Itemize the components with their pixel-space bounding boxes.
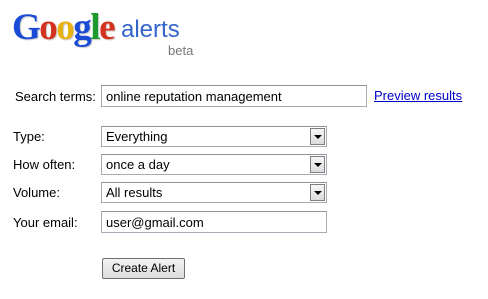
- type-label: Type:: [13, 129, 45, 144]
- how-often-select-value: once a day: [106, 157, 170, 172]
- logo-letter: e: [99, 7, 115, 48]
- volume-label: Volume:: [13, 185, 60, 200]
- how-often-label: How often:: [13, 157, 76, 172]
- type-select-value: Everything: [106, 129, 168, 144]
- how-often-select[interactable]: once a day: [101, 154, 327, 175]
- volume-select[interactable]: All results: [101, 182, 327, 203]
- google-alerts-logo: Google alerts beta: [12, 8, 212, 64]
- preview-results-link[interactable]: Preview results: [374, 88, 462, 104]
- logo-letter: o: [39, 7, 58, 48]
- google-wordmark: Google: [12, 7, 115, 48]
- search-terms-input[interactable]: [101, 85, 367, 107]
- logo-letter: o: [56, 7, 75, 48]
- chevron-down-icon[interactable]: [310, 156, 325, 173]
- email-field[interactable]: [101, 211, 327, 233]
- type-select[interactable]: Everything: [101, 126, 327, 147]
- chevron-down-icon[interactable]: [310, 128, 325, 145]
- email-label: Your email:: [13, 215, 78, 230]
- logo-beta-badge: beta: [168, 43, 194, 58]
- logo-letter: g: [73, 7, 92, 48]
- logo-product-name: alerts: [121, 16, 180, 43]
- logo-letter: G: [12, 7, 41, 48]
- create-alert-button[interactable]: Create Alert: [102, 258, 185, 279]
- search-terms-label: Search terms:: [15, 89, 96, 104]
- volume-select-value: All results: [106, 185, 163, 200]
- chevron-down-icon[interactable]: [310, 184, 325, 201]
- logo-letter: l: [90, 7, 100, 48]
